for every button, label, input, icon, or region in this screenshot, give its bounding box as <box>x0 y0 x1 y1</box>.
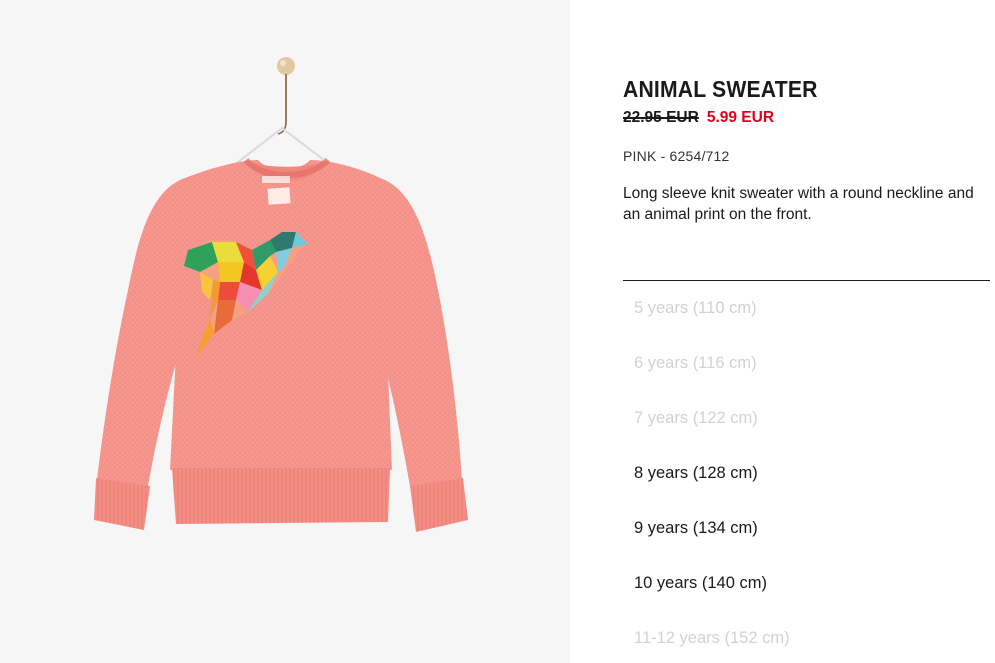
sweater-on-hanger-image <box>94 57 468 532</box>
hanger-knob <box>277 57 295 75</box>
original-price: 22.95 EUR <box>623 109 699 126</box>
divider <box>623 280 990 281</box>
size-option[interactable]: 8 years (128 cm) <box>634 455 990 510</box>
product-page: ANIMAL SWEATER 22.95 EUR 5.99 EUR PINK - … <box>0 0 995 663</box>
size-option[interactable]: 9 years (134 cm) <box>634 510 990 565</box>
product-info: ANIMAL SWEATER 22.95 EUR 5.99 EUR PINK - … <box>623 76 991 225</box>
sale-price: 5.99 EUR <box>706 109 775 126</box>
product-image[interactable] <box>0 0 570 663</box>
size-option: 11-12 years (152 cm) <box>634 629 790 647</box>
product-description: Long sleeve knit sweater with a round ne… <box>623 185 974 223</box>
size-list: 5 years (110 cm) 6 years (116 cm) 7 year… <box>634 290 990 663</box>
sweater-body <box>170 160 392 470</box>
size-option: 5 years (110 cm) <box>634 299 757 317</box>
price-block: 22.95 EUR 5.99 EUR <box>623 109 991 127</box>
size-option: 6 years (116 cm) <box>634 354 757 372</box>
product-title: ANIMAL SWEATER <box>623 76 818 102</box>
size-option[interactable]: 10 years (140 cm) <box>634 565 990 620</box>
color-reference: PINK - 6254/712 <box>623 148 730 164</box>
size-option: 7 years (122 cm) <box>634 409 758 427</box>
